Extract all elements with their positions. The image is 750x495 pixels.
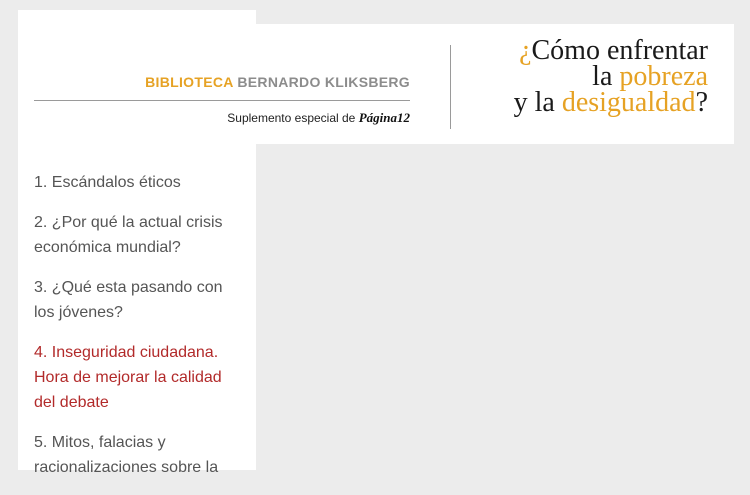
pagina12-logo: Página12 <box>358 110 410 125</box>
title-line-3-highlight: desigualdad <box>561 87 696 118</box>
header-divider <box>34 100 410 101</box>
nav-item-5[interactable]: 5. Mitos, falacias y racionalizaciones s… <box>34 430 239 480</box>
title-line-3-prefix: y la <box>513 87 562 118</box>
supplement-text: Suplemento especial de <box>227 111 356 125</box>
title-open-question-mark: ¿ <box>519 35 532 66</box>
chapter-nav: 1. Escándalos éticos 2. ¿Por qué la actu… <box>34 170 239 495</box>
nav-item-2[interactable]: 2. ¿Por qué la actual crisis económica m… <box>34 210 239 260</box>
supplement-credit: Suplemento especial de Página12 <box>34 110 410 126</box>
nav-item-3[interactable]: 3. ¿Qué esta pasando con los jóvenes? <box>34 275 239 325</box>
library-brand: BIBLIOTECA BERNARDO KLIKSBERG <box>34 74 410 90</box>
page-title: ¿Cómo enfrentar la pobreza y la desigual… <box>466 35 708 118</box>
nav-item-1[interactable]: 1. Escándalos éticos <box>34 170 239 195</box>
title-close-question-mark: ? <box>695 87 708 118</box>
nav-item-4-active[interactable]: 4. Inseguridad ciudadana. Hora de mejora… <box>34 340 239 415</box>
library-brand-part2: BERNARDO KLIKSBERG <box>237 74 410 90</box>
title-line-3: y la desigualdad? <box>466 87 708 118</box>
library-brand-part1: BIBLIOTECA <box>145 74 234 90</box>
header-vertical-separator <box>450 45 451 129</box>
